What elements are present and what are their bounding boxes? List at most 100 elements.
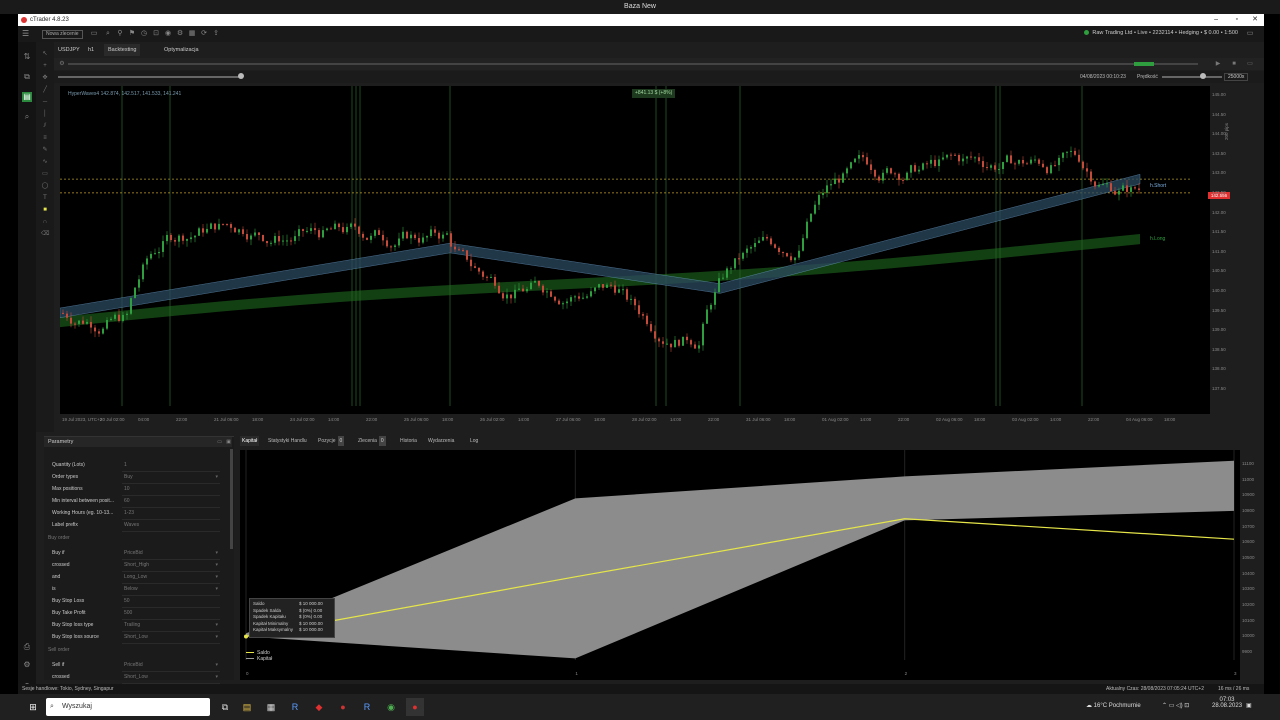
param-value[interactable]: Waves — [122, 519, 220, 532]
panel-close-icon[interactable]: ▣ — [226, 439, 231, 445]
nav-settings-icon[interactable]: ⚙ — [22, 660, 32, 670]
app-icon-1[interactable]: ▦ — [262, 698, 280, 716]
backtest-range-bar[interactable]: ⚙ ▶ ■ ▭ — [54, 58, 1264, 70]
tab-0[interactable]: Kapitał — [240, 436, 260, 446]
tab-optimization[interactable]: Optymalizacja — [160, 44, 203, 56]
move-icon[interactable]: ✥ — [41, 74, 49, 82]
nav-trade-icon[interactable]: ⇅ — [22, 52, 32, 62]
candle — [702, 323, 704, 346]
crosshair-icon[interactable]: + — [41, 62, 49, 70]
hamburger-menu-icon[interactable]: ☰ — [22, 29, 32, 39]
clock[interactable]: 07:03 28.08.2023 — [1212, 697, 1242, 709]
app-icon-4[interactable]: ● — [334, 698, 352, 716]
close-icon[interactable]: ✕ — [1252, 14, 1258, 26]
stop-icon[interactable]: ■ — [1230, 60, 1238, 68]
lock-icon[interactable]: ⊡ — [152, 30, 160, 38]
chrome-icon[interactable]: ◉ — [382, 698, 400, 716]
date-range-slider[interactable] — [68, 63, 1198, 65]
tab-3[interactable]: Zlecenia 0 — [356, 436, 388, 446]
minimize-icon[interactable]: – — [1214, 14, 1218, 26]
tab-5[interactable]: Wydarzenia — [426, 436, 456, 446]
play-icon[interactable]: ▶ — [1214, 60, 1222, 68]
candle — [790, 256, 792, 261]
param-row: is Below — [50, 583, 222, 596]
nav-copy-icon[interactable]: ⧉ — [22, 72, 32, 82]
tab-1[interactable]: Statystyki Handlu — [266, 436, 309, 446]
magnet-icon[interactable]: ∩ — [41, 218, 49, 226]
notifications-icon[interactable]: ▣ — [1246, 702, 1252, 709]
eye-icon[interactable]: ◉ — [164, 30, 172, 38]
tab-4[interactable]: Historia — [398, 436, 419, 446]
line-icon[interactable]: ╱ — [41, 86, 49, 94]
rectangle-icon[interactable]: ▭ — [41, 170, 49, 178]
speed-value[interactable]: 25000x — [1224, 73, 1249, 81]
windows-start-icon[interactable]: ⊞ — [24, 698, 42, 716]
sync-icon[interactable]: ⟳ — [200, 30, 208, 38]
candle — [306, 230, 308, 232]
app-icon-2[interactable]: R — [286, 698, 304, 716]
taskbar-search[interactable]: ⌕ Wyszukaj — [46, 698, 210, 716]
layout-toggle-icon[interactable]: ▭ — [1246, 60, 1254, 68]
bookmark-icon[interactable]: ⚑ — [128, 30, 136, 38]
clock-icon[interactable]: ◷ — [140, 30, 148, 38]
param-value[interactable]: Short_Low — [122, 631, 220, 644]
share-icon[interactable]: ⇪ — [212, 30, 220, 38]
brush-icon[interactable]: ∿ — [41, 158, 49, 166]
window-controls-icon[interactable]: ▭ — [1246, 30, 1254, 38]
speed-handle[interactable] — [1200, 73, 1206, 79]
candle — [166, 234, 168, 242]
tray-icons[interactable]: ⌃ ▭ ◁) ⊡ — [1162, 702, 1189, 709]
task-view-icon[interactable]: ⧉ — [216, 698, 234, 716]
ellipse-icon[interactable]: ◯ — [41, 182, 49, 190]
weather[interactable]: ☁ 16°C Pochmurnie — [1086, 702, 1141, 709]
nav-notifications-icon[interactable]: ⎙ — [22, 642, 32, 652]
new-order-button[interactable]: Nowa zlecenie — [42, 30, 83, 39]
gear-icon[interactable]: ⚙ — [58, 60, 66, 68]
text-icon[interactable]: T — [41, 194, 49, 202]
vline-icon[interactable]: │ — [41, 110, 49, 118]
hline-icon[interactable]: ─ — [41, 98, 49, 106]
file-explorer-icon[interactable]: ▤ — [238, 698, 256, 716]
pin-icon[interactable]: ⚲ — [116, 30, 124, 38]
param-row: Buy Stop loss source Short_Low — [50, 631, 222, 644]
zoom-icon[interactable]: ⌕ — [104, 30, 112, 38]
account-info[interactable]: Raw Trading Ltd • Live • 2232114 • Hedgi… — [1084, 30, 1238, 36]
tab-backtesting[interactable]: Backtesting — [104, 44, 141, 56]
param-value[interactable]: Short_Low — [122, 671, 220, 684]
cursor-icon[interactable]: ↖ — [41, 50, 49, 58]
price-chart-svg — [60, 86, 1190, 406]
tab-symbol[interactable]: USDJPY — [54, 44, 84, 56]
settings-icon[interactable]: ⚙ — [176, 30, 184, 38]
candle — [506, 294, 508, 299]
pencil-icon[interactable]: ✎ — [41, 146, 49, 154]
nav-search-icon[interactable]: ⌕ — [22, 112, 32, 122]
candle — [838, 178, 840, 183]
price-chart[interactable] — [60, 86, 1210, 414]
progress-handle[interactable] — [238, 73, 244, 79]
params-scrollbar[interactable] — [230, 449, 233, 549]
candle — [670, 343, 672, 348]
candle — [662, 341, 664, 344]
color-icon[interactable]: ■ — [41, 206, 49, 214]
app-icon-5[interactable]: R — [358, 698, 376, 716]
candle — [90, 321, 92, 328]
delete-icon[interactable]: ⌫ — [41, 230, 49, 238]
panel-minimize-icon[interactable]: ▭ — [217, 439, 222, 445]
maximize-icon[interactable]: ▫ — [1236, 14, 1238, 26]
grid-icon[interactable]: ▦ — [188, 30, 196, 38]
nav-algo-icon[interactable]: ▤ — [22, 92, 32, 102]
candle — [634, 298, 636, 306]
candle — [874, 169, 876, 177]
channel-icon[interactable]: ⫽ — [41, 122, 49, 130]
app-icon-3[interactable]: ◆ — [310, 698, 328, 716]
ctrader-taskbar-icon[interactable]: ● — [406, 698, 424, 716]
tab-2[interactable]: Pozycje 0 — [316, 436, 346, 446]
tab-6[interactable]: Log — [468, 436, 480, 446]
speed-slider[interactable] — [1162, 76, 1222, 78]
equity-chart[interactable] — [240, 450, 1240, 680]
saldo-swatch — [246, 652, 254, 654]
layout-icon[interactable]: ▭ — [90, 30, 98, 38]
tab-timeframe[interactable]: h1 — [84, 44, 98, 56]
fib-icon[interactable]: ≡ — [41, 134, 49, 142]
candle — [926, 163, 928, 165]
